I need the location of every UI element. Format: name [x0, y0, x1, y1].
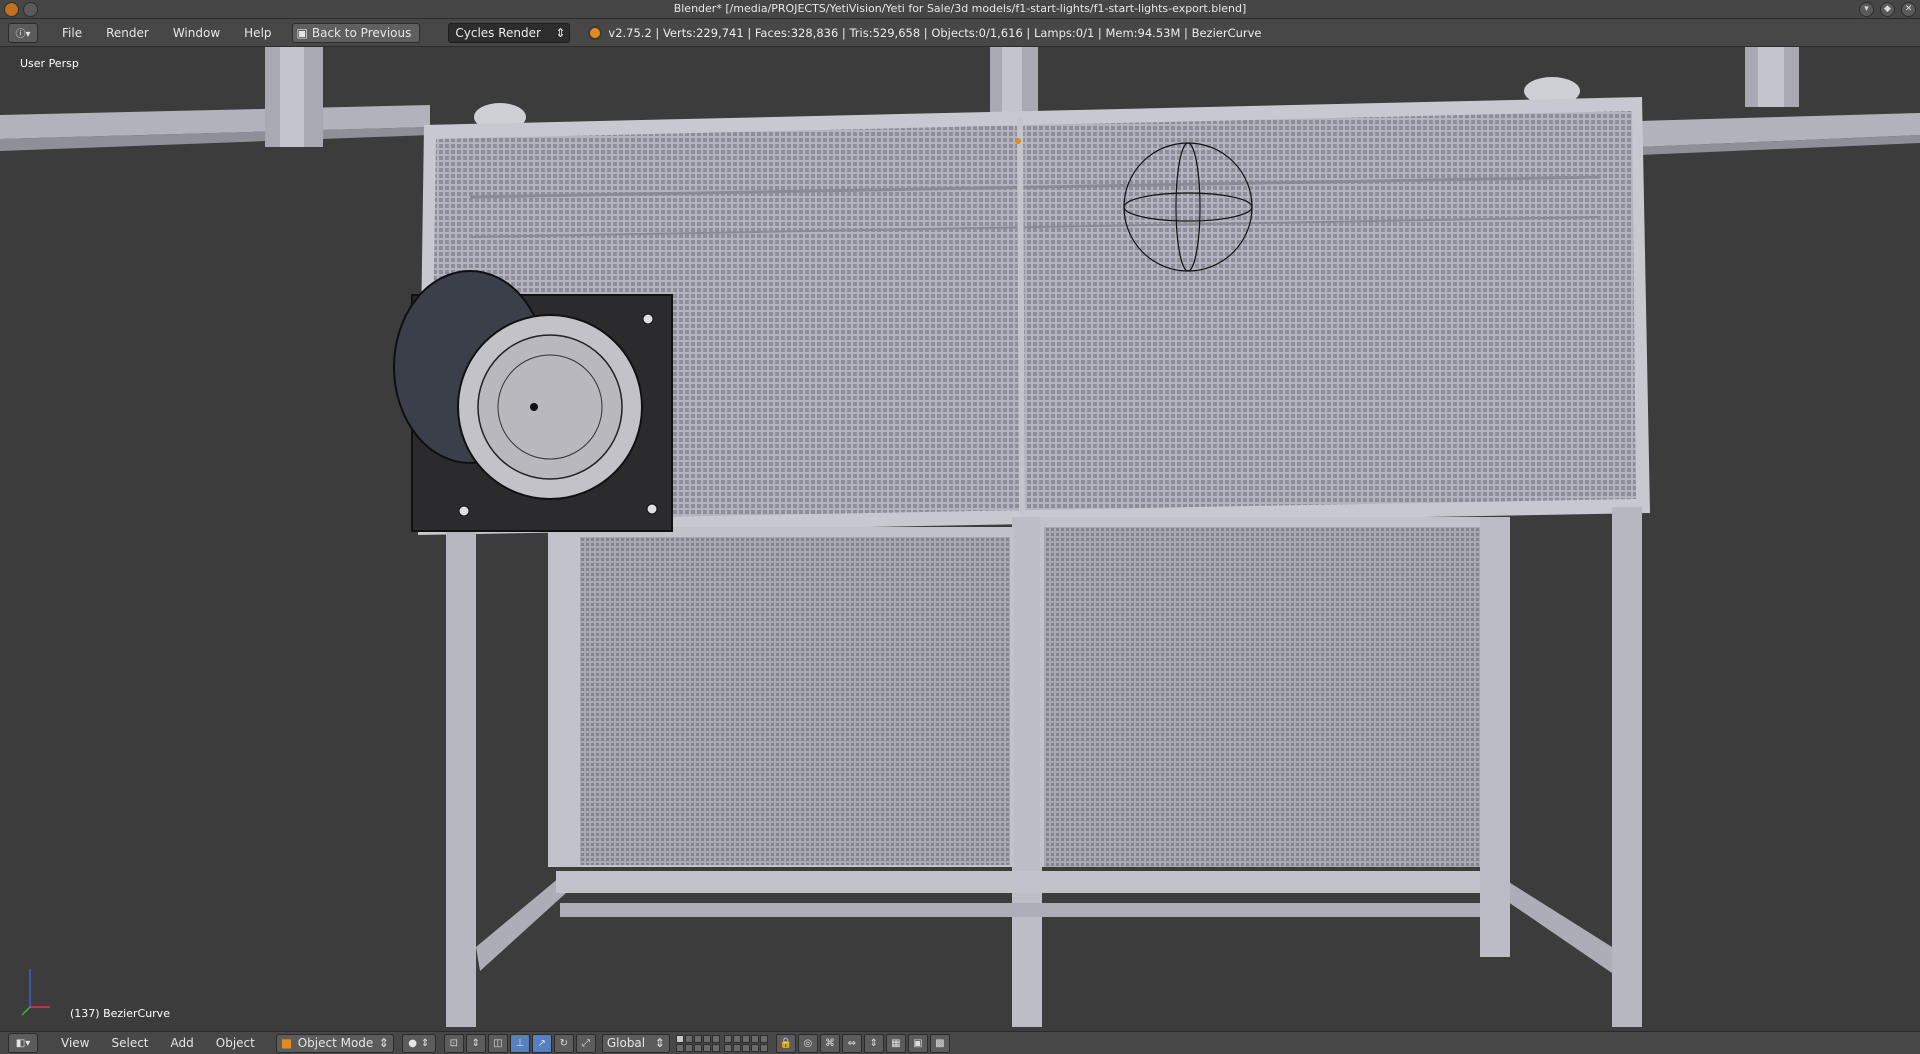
- menu-render[interactable]: Render: [94, 26, 161, 40]
- lock-layers-icon[interactable]: 🔒: [775, 1033, 796, 1053]
- viewport-shading-select[interactable]: ● ⇕: [401, 1033, 436, 1053]
- 3d-viewport[interactable]: User Persp (137) BezierCurve: [0, 47, 1920, 1031]
- animation-render-icon[interactable]: ▩: [929, 1033, 950, 1053]
- editor-type-info-icon[interactable]: ⓘ▾: [8, 22, 38, 43]
- layers-icon[interactable]: ◫: [487, 1033, 508, 1053]
- rotate-manipulator-icon[interactable]: ↻: [553, 1033, 574, 1053]
- render-engine-value: Cycles Render: [455, 25, 541, 40]
- origin-point[interactable]: [1015, 138, 1021, 144]
- maximize-icon[interactable]: ◆: [1880, 2, 1895, 17]
- transform-orientation-select[interactable]: Global ⇕: [601, 1033, 670, 1053]
- camera-render-icon[interactable]: ▣: [907, 1033, 928, 1053]
- pivot-and-manipulator-tools: ⊡ ⇕ ◫ ⊥ ↗ ↻ ⤢: [443, 1033, 596, 1053]
- interaction-mode-select[interactable]: ■ Object Mode ⇕: [275, 1033, 394, 1053]
- scene-layers: [675, 1034, 768, 1052]
- view3d-menu: View Select Add Object: [50, 1036, 266, 1050]
- proportional-edit-icon[interactable]: ◎: [797, 1033, 818, 1053]
- render-engine-select[interactable]: Cycles Render ⇕: [448, 22, 571, 43]
- updown-arrows-icon: ⇕: [421, 1037, 430, 1049]
- blender-logo-icon: [588, 25, 603, 40]
- snap-toggle-icon[interactable]: ⌘: [819, 1033, 840, 1053]
- updown-arrows-icon: ⇕: [378, 1036, 389, 1050]
- close-icon[interactable]: ✕: [1901, 2, 1916, 17]
- layer-group-2[interactable]: [723, 1034, 768, 1052]
- info-header: ⓘ▾ File Render Window Help ▣ Back to Pre…: [0, 19, 1920, 47]
- axis-gizmo: [21, 969, 50, 1016]
- editor-type-3dview-icon[interactable]: ◧▾: [8, 1033, 38, 1053]
- back-to-previous-button[interactable]: ▣ Back to Previous: [291, 22, 421, 43]
- window-title: Blender* [/media/PROJECTS/YetiVision/Yet…: [673, 2, 1247, 15]
- translate-manipulator-icon[interactable]: ↗: [531, 1033, 552, 1053]
- screen-icon: ▣: [296, 25, 308, 40]
- snap-updown-icon[interactable]: ⇕: [863, 1033, 884, 1053]
- opengl-render-icon[interactable]: ▦: [885, 1033, 906, 1053]
- minimize-icon[interactable]: ▾: [1859, 2, 1874, 17]
- extra-tools: 🔒 ◎ ⌘ ⇔ ⇕ ▦ ▣ ▩: [775, 1033, 950, 1053]
- scene-stats: v2.75.2 | Verts:229,741 | Faces:328,836 …: [588, 25, 1262, 40]
- viewport-scene[interactable]: [0, 47, 1920, 1031]
- view-perspective-label: User Persp: [20, 57, 79, 70]
- menu-help[interactable]: Help: [232, 26, 283, 40]
- orientation-value: Global: [606, 1036, 646, 1050]
- active-object-label: (137) BezierCurve: [70, 1007, 170, 1020]
- titlebar-right-buttons: ▾ ◆ ✕: [1859, 2, 1916, 17]
- pivot-point-icon[interactable]: ⊡: [443, 1033, 464, 1053]
- info-menu: File Render Window Help: [50, 26, 284, 40]
- stats-text: v2.75.2 | Verts:229,741 | Faces:328,836 …: [608, 25, 1262, 40]
- layer-group-1[interactable]: [675, 1034, 720, 1052]
- updown-arrows-icon: ⇕: [555, 25, 566, 40]
- solid-sphere-icon: ●: [408, 1037, 418, 1049]
- manipulator-toggle-icon[interactable]: ⊥: [509, 1033, 530, 1053]
- menu-file[interactable]: File: [50, 26, 94, 40]
- scale-manipulator-icon[interactable]: ⤢: [575, 1033, 596, 1053]
- start-light-housing[interactable]: [393, 270, 673, 532]
- updown-arrows-icon: ⇕: [654, 1036, 665, 1050]
- menu-select[interactable]: Select: [100, 1036, 159, 1050]
- menu-view[interactable]: View: [50, 1036, 100, 1050]
- snap-element-icon[interactable]: ⇔: [841, 1033, 862, 1053]
- back-to-previous-label: Back to Previous: [311, 25, 412, 40]
- pivot-updown-icon[interactable]: ⇕: [465, 1033, 486, 1053]
- mode-value: Object Mode: [297, 1036, 374, 1050]
- 3d-view-header: ◧▾ View Select Add Object ■ Object Mode …: [0, 1031, 1920, 1054]
- menu-window[interactable]: Window: [161, 26, 232, 40]
- window-titlebar: Blender* [/media/PROJECTS/YetiVision/Yet…: [0, 0, 1920, 19]
- menu-add[interactable]: Add: [160, 1036, 205, 1050]
- menu-object[interactable]: Object: [205, 1036, 266, 1050]
- cube-icon: ■: [280, 1036, 293, 1050]
